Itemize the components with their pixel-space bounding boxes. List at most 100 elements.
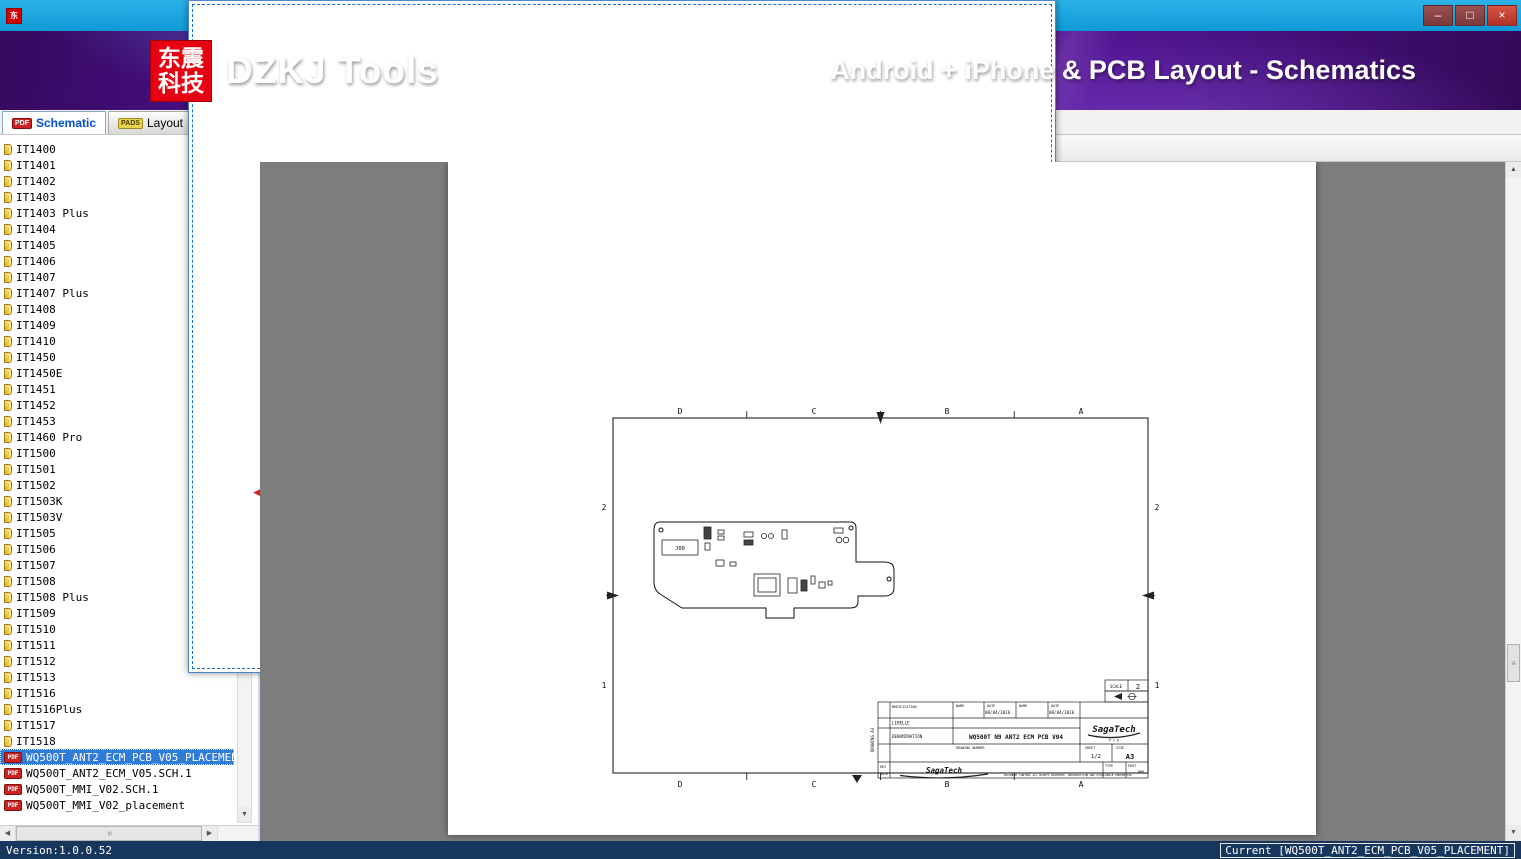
tree-item-label: IT1509	[16, 606, 56, 620]
brand-logo: 东震 科技	[150, 39, 212, 102]
tree-item-label: IT1400	[16, 142, 56, 156]
tree-item-label: IT1407 Plus	[16, 286, 89, 300]
tree-item-pdf[interactable]: PDF WQ500T_ANT2_ECM_PCB_V05_PLACEMENT	[0, 749, 234, 765]
tree-item-label: IT1511	[16, 638, 56, 652]
sheet-value: 1/2	[1091, 754, 1101, 760]
date-label: DATE	[987, 704, 995, 708]
scale-label: SCALE	[1110, 684, 1123, 689]
book-icon	[4, 591, 12, 603]
book-icon	[4, 575, 12, 587]
pdf-viewer[interactable]: D C B A D C B A 2 1 2 1 J00 SCALE 2 MODI…	[260, 162, 1521, 841]
banner-subtitle: Android + iPhone & PCB Layout - Schemati…	[830, 55, 1416, 85]
grip-icon: ≡	[104, 831, 114, 836]
scroll-up-icon[interactable]: ▲	[1506, 162, 1521, 178]
zone-letter: A	[1079, 407, 1084, 416]
size-value: A3	[1126, 753, 1134, 761]
name-label: NAME	[956, 704, 964, 708]
tree-item-label: IT1513	[16, 670, 56, 684]
book-icon	[4, 175, 12, 187]
tree-item-folder[interactable]: IT1517	[0, 717, 234, 733]
book-icon	[4, 463, 12, 475]
zone-letter: C	[812, 407, 817, 416]
sidebar-horizontal-scrollbar[interactable]: ◀ ≡ ▶	[0, 825, 258, 841]
tree-item-folder[interactable]: IT1516	[0, 685, 234, 701]
sheet-label: SHEET	[1085, 746, 1095, 750]
logo-line1: 东震	[158, 45, 204, 72]
zone-letter: C	[812, 780, 817, 789]
tab-schematic[interactable]: PDF Schematic	[2, 111, 107, 134]
book-icon	[4, 543, 12, 555]
book-icon	[4, 639, 12, 651]
tree-item-label: IT1502	[16, 478, 56, 492]
book-icon	[4, 447, 12, 459]
tree-item-label: IT1406	[16, 254, 56, 268]
book-icon	[4, 527, 12, 539]
scale-value: 2	[1136, 683, 1140, 691]
tree-item-label: IT1450E	[16, 366, 63, 380]
tree-item-label: IT1501	[16, 462, 56, 476]
scrollbar-thumb[interactable]: ≡	[1507, 644, 1520, 682]
pdf-icon: PDF	[12, 117, 32, 129]
company-sub: P C B	[1109, 739, 1119, 743]
name-label: NAME	[1019, 704, 1027, 708]
book-icon	[4, 719, 12, 731]
scrollbar-thumb-horizontal[interactable]: ≡	[16, 826, 202, 841]
tab-layout[interactable]: PADS Layout	[108, 111, 193, 134]
zone-number: 2	[1155, 503, 1160, 512]
book-icon	[4, 687, 12, 699]
schematic-drawing: D C B A D C B A 2 1 2 1 J00 SCALE 2 MODI…	[602, 407, 1160, 789]
size-label: SIZE	[1116, 746, 1124, 750]
tree-item-label: IT1500	[16, 446, 56, 460]
scroll-right-icon[interactable]: ▶	[202, 826, 218, 841]
tree-item-label: IT1503K	[16, 494, 63, 508]
book-icon	[4, 479, 12, 491]
splitter-collapse-icon[interactable]: ◀	[253, 487, 260, 498]
book-icon	[4, 271, 12, 283]
tree-item-folder[interactable]: IT1516Plus	[0, 701, 234, 717]
book-icon	[4, 559, 12, 571]
copyright-note: DOCUMENT CONTROL ALL RIGHTS RESERVED. RE…	[1004, 773, 1132, 777]
close-button[interactable]: ×	[1487, 5, 1517, 26]
tree-item-label: IT1405	[16, 238, 56, 252]
pads-icon: PADS	[118, 117, 143, 129]
pcb-components	[661, 526, 850, 597]
book-icon	[4, 383, 12, 395]
viewer-vertical-scrollbar[interactable]: ▲ ≡ ▼	[1505, 162, 1521, 841]
date-drawn: 08/04/2016	[985, 710, 1011, 715]
tree-item-label: IT1503V	[16, 510, 63, 524]
scroll-down-icon[interactable]: ▼	[238, 807, 251, 822]
tree-item-pdf[interactable]: PDF WQ500T_MMI_V02.SCH.1	[0, 781, 234, 797]
zone-number: 1	[602, 681, 607, 690]
maximize-button[interactable]: □	[1455, 5, 1485, 26]
scroll-left-icon[interactable]: ◀	[0, 826, 16, 841]
libelle-label: LIBELLE	[892, 721, 910, 726]
tree-item-label: IT1403	[16, 190, 56, 204]
tree-item-label: IT1512	[16, 654, 56, 668]
minimize-button[interactable]: –	[1423, 5, 1453, 26]
book-icon	[4, 415, 12, 427]
tree-item-label: IT1507	[16, 558, 56, 572]
tree-item-label: IT1408	[16, 302, 56, 316]
book-icon	[4, 255, 12, 267]
zone-number: 2	[602, 503, 607, 512]
scroll-down-icon[interactable]: ▼	[1506, 825, 1521, 841]
book-icon	[4, 511, 12, 523]
connector-label: J00	[675, 546, 685, 552]
tree-item-label: WQ500T_ANT2_ECM_V05.SCH.1	[26, 766, 192, 780]
tree-item-pdf[interactable]: PDF WQ500T_ANT2_ECM_V05.SCH.1	[0, 765, 234, 781]
main-area: IT1400 IT1401 IT1402 IT1403 IT1403 Plus IT140…	[0, 0, 1521, 841]
tree-item-label: IT1402	[16, 174, 56, 188]
tree-item-label: IT1404	[16, 222, 56, 236]
zone-letter: D	[678, 780, 683, 789]
book-icon	[4, 607, 12, 619]
book-icon	[4, 735, 12, 747]
book-icon	[4, 655, 12, 667]
app-window: 东 DZKJ Schematics – □ × 东震 科技 DZKJ Tools…	[0, 0, 1521, 859]
book-icon	[4, 335, 12, 347]
tree-item-pdf[interactable]: PDF WQ500T_MMI_V02_placement	[0, 797, 234, 813]
tree-item-folder[interactable]: IT1518	[0, 733, 234, 749]
book-icon	[4, 303, 12, 315]
app-name: DZKJ Tools	[226, 49, 439, 91]
tree-item-label: IT1510	[16, 622, 56, 636]
denomination-label: DENOMINATION	[892, 734, 923, 739]
